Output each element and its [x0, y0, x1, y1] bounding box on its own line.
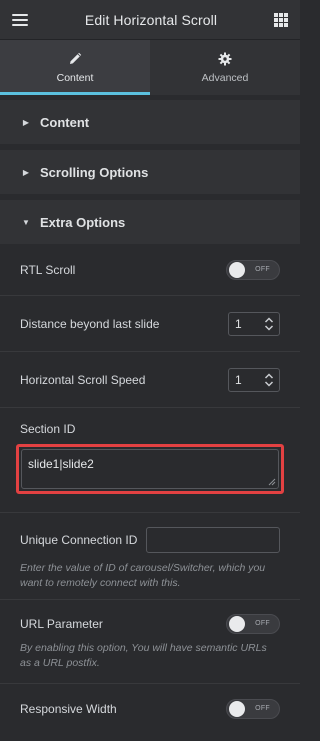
rtl-scroll-toggle[interactable]: OFF: [226, 259, 280, 280]
unique-connection-label: Unique Connection ID: [20, 533, 138, 547]
tab-content[interactable]: Content: [0, 40, 150, 95]
tab-advanced[interactable]: Advanced: [150, 40, 300, 95]
editor-header: Edit Horizontal Scroll: [0, 0, 300, 40]
control-distance: Distance beyond last slide 1: [0, 295, 300, 351]
section-extra-label: Extra Options: [40, 214, 126, 230]
responsive-width-label: Responsive Width: [20, 701, 117, 716]
url-parameter-label: URL Parameter: [20, 617, 103, 631]
toggle-knob: [229, 261, 245, 278]
section-id-highlight: slide1|slide2: [16, 444, 284, 494]
distance-label: Distance beyond last slide: [20, 316, 160, 331]
caret-right-icon: ▶: [22, 117, 30, 127]
control-section-id: Section ID slide1|slide2: [0, 407, 300, 512]
responsive-width-toggle[interactable]: OFF: [226, 698, 280, 719]
section-content-label: Content: [40, 114, 90, 130]
control-url-parameter: URL Parameter OFF By enabling this optio…: [0, 599, 300, 683]
caret-right-icon: ▶: [22, 167, 30, 177]
resize-grip-icon[interactable]: [268, 478, 276, 486]
section-id-textarea[interactable]: slide1|slide2: [21, 449, 279, 489]
section-content[interactable]: ▶ Content: [0, 100, 300, 144]
section-scrolling-options[interactable]: ▶ Scrolling Options: [0, 150, 300, 194]
tab-content-label: Content: [56, 71, 94, 84]
unique-connection-row: Unique Connection ID: [0, 527, 300, 553]
tab-advanced-label: Advanced: [201, 71, 249, 84]
number-stepper[interactable]: [263, 371, 275, 389]
unique-connection-description: Enter the value of ID of carousel/Switch…: [20, 562, 266, 589]
control-unique-connection: Unique Connection ID Enter the value of …: [0, 512, 300, 599]
section-extra-options[interactable]: ▼ Extra Options: [0, 200, 300, 244]
section-id-value: slide1|slide2: [28, 457, 94, 471]
speed-label: Horizontal Scroll Speed: [20, 372, 146, 387]
stepper-arrows-icon: [264, 316, 274, 331]
toggle-state: OFF: [255, 265, 270, 273]
url-parameter-toggle[interactable]: OFF: [226, 614, 280, 634]
pencil-icon: [70, 52, 82, 64]
panel-tabs: Content Advanced: [0, 40, 300, 95]
speed-number-input[interactable]: 1: [228, 367, 280, 392]
control-rtl-scroll: RTL Scroll OFF: [0, 244, 300, 295]
widgets-grid-icon[interactable]: [273, 12, 288, 27]
distance-number-input[interactable]: 1: [228, 311, 280, 336]
panel-title: Edit Horizontal Scroll: [84, 11, 218, 28]
url-parameter-description: By enabling this option, You will have s…: [20, 642, 267, 669]
caret-down-icon: ▼: [22, 217, 30, 227]
section-id-label: Section ID: [20, 422, 76, 436]
number-stepper[interactable]: [263, 315, 275, 333]
gear-icon: [218, 52, 232, 65]
toggle-knob: [229, 616, 245, 632]
toggle-knob: [229, 700, 245, 717]
toggle-state: OFF: [255, 620, 270, 627]
section-scrolling-label: Scrolling Options: [40, 164, 149, 180]
rtl-scroll-label: RTL Scroll: [20, 262, 76, 277]
control-responsive-width: Responsive Width OFF: [0, 683, 300, 733]
stepper-arrows-icon: [264, 372, 274, 387]
speed-value: 1: [235, 372, 242, 387]
toggle-state: OFF: [255, 704, 270, 712]
control-scroll-speed: Horizontal Scroll Speed 1: [0, 351, 300, 407]
url-parameter-row: URL Parameter OFF: [0, 614, 300, 634]
hamburger-menu-icon[interactable]: [12, 13, 28, 26]
unique-connection-input[interactable]: [146, 527, 280, 553]
distance-value: 1: [235, 316, 242, 331]
